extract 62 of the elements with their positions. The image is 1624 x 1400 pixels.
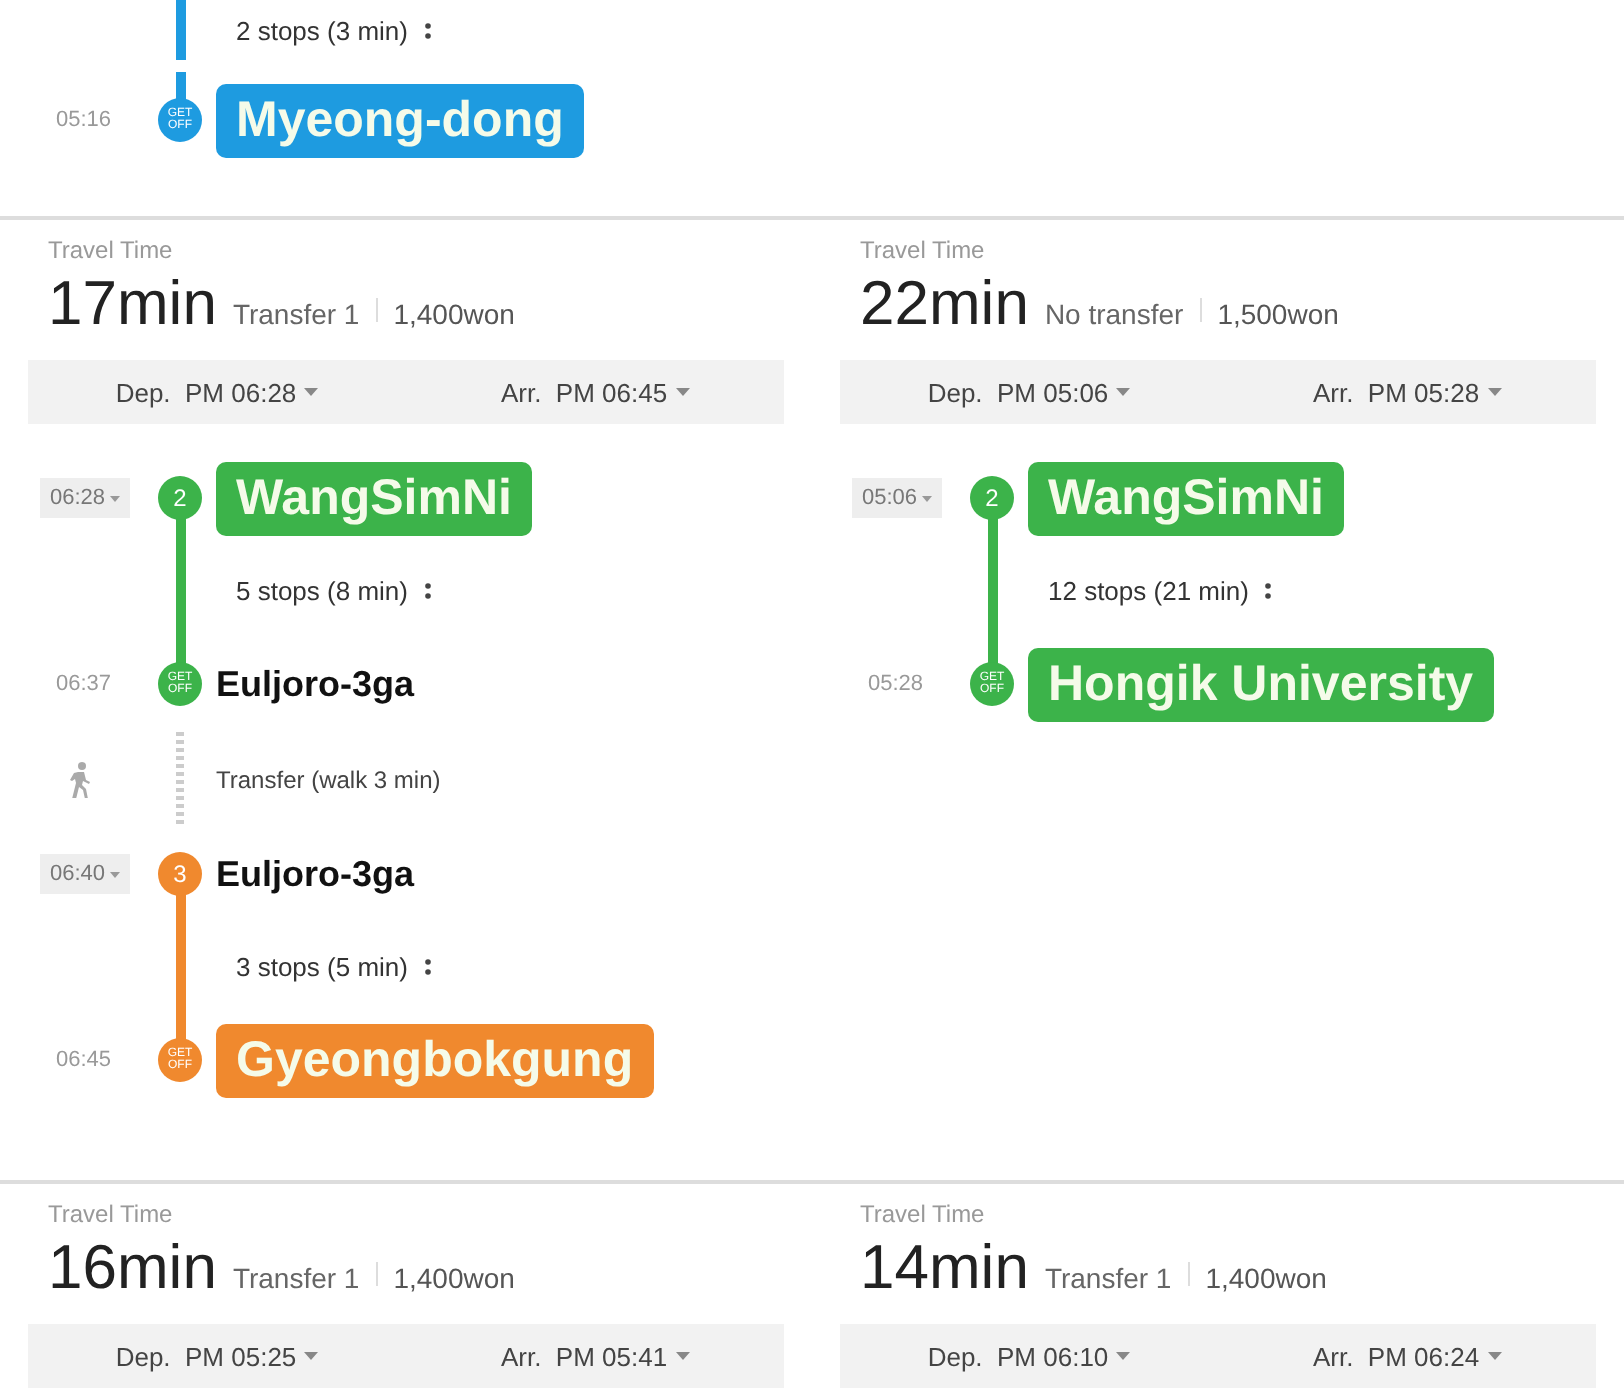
expand-icon[interactable] — [423, 21, 432, 39]
fare: 1,400won — [393, 298, 515, 330]
arrival-selector[interactable]: Arr. PM 05:41 — [406, 1324, 784, 1388]
stops-count: 5 stops (8 min) — [234, 575, 408, 605]
line-number-badge: 2 — [158, 476, 202, 520]
arrival-selector[interactable]: Arr. PM 06:45 — [406, 360, 784, 424]
line-number-badge: 3 — [158, 852, 202, 896]
arrival-time: 06:45 — [54, 1048, 112, 1072]
caret-icon — [921, 495, 932, 501]
arrival-selector[interactable]: Arr. PM 05:28 — [1218, 360, 1596, 424]
caret-icon — [1487, 1352, 1502, 1360]
walking-person-icon — [68, 762, 92, 798]
travel-duration: 22min — [860, 268, 1029, 340]
station-name: Euljoro-3ga — [216, 853, 415, 895]
travel-time-label: Travel Time — [858, 1200, 987, 1228]
stops-count: 12 stops (21 min) — [1046, 575, 1249, 605]
expand-icon[interactable] — [1264, 581, 1273, 599]
caret-icon — [675, 388, 690, 396]
station-name: Myeong-dong — [216, 83, 584, 157]
station-name: WangSimNi — [216, 461, 532, 535]
arrival-selector[interactable]: Arr. PM 06:24 — [1218, 1324, 1596, 1388]
caret-icon — [304, 1352, 319, 1360]
station-name: Gyeongbokgung — [216, 1023, 654, 1097]
fare: 1,500won — [1217, 298, 1339, 330]
departure-selector[interactable]: Dep. PM 05:06 — [840, 360, 1218, 424]
departure-selector[interactable]: Dep. PM 06:10 — [840, 1324, 1218, 1388]
caret-icon — [1116, 1352, 1131, 1360]
transfer-count: No transfer — [1044, 298, 1184, 330]
stops-count: 3 stops (5 min) — [234, 951, 408, 981]
caret-icon — [304, 388, 319, 396]
departure-time-selector[interactable]: 05:06 — [852, 478, 942, 518]
station-name: Euljoro-3ga — [216, 663, 415, 705]
expand-icon[interactable] — [423, 957, 432, 975]
travel-duration: 17min — [48, 268, 217, 340]
arrival-time: 06:37 — [54, 672, 112, 696]
caret-icon — [1116, 388, 1131, 396]
line-number-badge: 2 — [970, 476, 1014, 520]
travel-time-label: Travel Time — [858, 236, 987, 264]
caret-icon — [675, 1352, 690, 1360]
transfer-count: Transfer 1 — [232, 1262, 360, 1294]
travel-time-label: Travel Time — [46, 236, 175, 264]
stops-count: 2 stops (3 min) — [234, 15, 408, 45]
transfer-count: Transfer 1 — [232, 298, 360, 330]
transfer-walk-text: Transfer (walk 3 min) — [216, 766, 441, 794]
expand-icon[interactable] — [423, 581, 432, 599]
station-name: Hongik University — [1028, 647, 1494, 721]
travel-duration: 14min — [860, 1232, 1029, 1304]
caret-icon — [1487, 388, 1502, 396]
departure-selector[interactable]: Dep. PM 05:25 — [28, 1324, 406, 1388]
departure-time-selector[interactable]: 06:40 — [40, 854, 130, 894]
departure-time-selector[interactable]: 06:28 — [40, 478, 130, 518]
travel-duration: 16min — [48, 1232, 217, 1304]
travel-time-label: Travel Time — [46, 1200, 175, 1228]
caret-icon — [109, 871, 120, 877]
departure-selector[interactable]: Dep. PM 06:28 — [28, 360, 406, 424]
arrival-time: 05:28 — [866, 672, 924, 696]
caret-icon — [109, 495, 120, 501]
fare: 1,400won — [393, 1262, 515, 1294]
station-name: WangSimNi — [1028, 461, 1344, 535]
transfer-count: Transfer 1 — [1044, 1262, 1172, 1294]
arrival-time: 05:16 — [54, 108, 112, 132]
fare: 1,400won — [1205, 1262, 1327, 1294]
